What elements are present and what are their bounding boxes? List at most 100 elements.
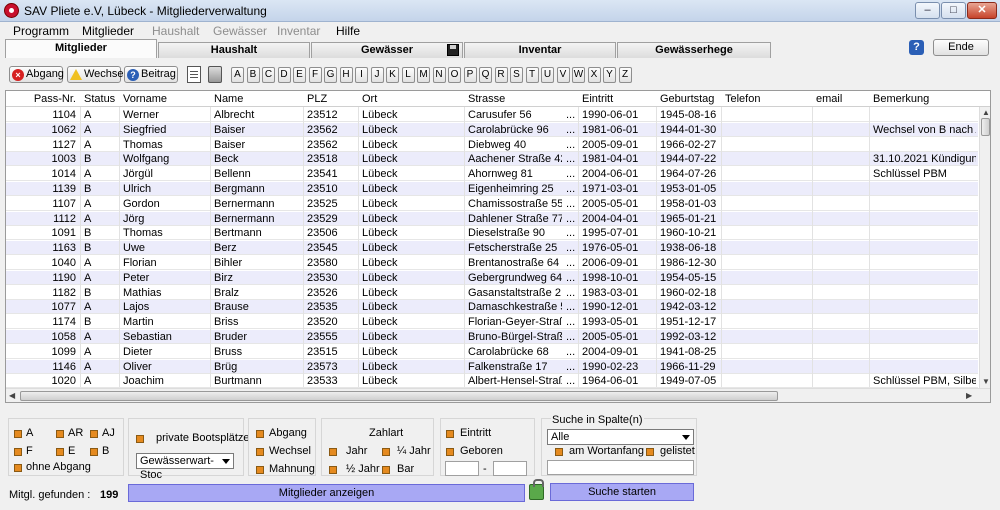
- column-header[interactable]: Eintritt: [582, 93, 654, 105]
- column-header[interactable]: Strasse: [468, 93, 568, 105]
- abgang-button[interactable]: × Abgang: [9, 66, 64, 83]
- status-a-checkbox[interactable]: [14, 430, 22, 438]
- letter-button-z[interactable]: Z: [618, 67, 632, 83]
- vertical-scrollbar[interactable]: ▲ ▼: [979, 107, 990, 388]
- table-row[interactable]: 1058 A Sebastian Bruder 23555 Lübeck Bruno-Bür…: [6, 330, 978, 344]
- table-row[interactable]: 1020 A Joachim Burtmann 23533 Lübeck Albert-He…: [6, 374, 978, 389]
- tab-gewaesser[interactable]: Gewässer: [311, 42, 463, 58]
- letter-button-t[interactable]: T: [525, 67, 539, 83]
- boats-select[interactable]: Gewässerwart-Stoc: [136, 453, 234, 481]
- horizontal-scrollbar[interactable]: ◀ ▶: [6, 388, 990, 402]
- column-header[interactable]: Status: [84, 93, 120, 105]
- gelistet-checkbox[interactable]: [646, 448, 654, 456]
- minimize-button[interactable]: –: [915, 2, 940, 19]
- menu-hilfe[interactable]: Hilfe: [336, 24, 360, 38]
- save-icon[interactable]: [447, 44, 459, 56]
- horizontal-scroll-thumb[interactable]: [20, 391, 778, 401]
- show-members-button[interactable]: Mitglieder anzeigen: [128, 484, 525, 502]
- help-button[interactable]: ?: [909, 40, 924, 55]
- letter-button-w[interactable]: W: [572, 67, 585, 83]
- filter-abgang-checkbox[interactable]: [256, 430, 264, 438]
- table-row[interactable]: 1062 A Siegfried Baiser 23562 Lübeck Carolabrü…: [6, 122, 978, 137]
- zahlart-jahr-checkbox[interactable]: [329, 448, 337, 456]
- column-header[interactable]: Geburtstag: [660, 93, 722, 105]
- wechsel-button[interactable]: Wechsel: [67, 66, 126, 83]
- scroll-down-icon[interactable]: ▼: [982, 377, 990, 386]
- filter-wechsel-checkbox[interactable]: [256, 448, 264, 456]
- scroll-up-icon[interactable]: ▲: [982, 108, 990, 117]
- table-row[interactable]: 1139 B Ulrich Bergmann 23510 Lübeck Eigenheimr…: [6, 182, 978, 196]
- status-aj-checkbox[interactable]: [90, 430, 98, 438]
- table-row[interactable]: 1112 A Jörg Bernermann 23529 Lübeck Dahlener S…: [6, 211, 978, 226]
- menu-mitglieder[interactable]: Mitglieder: [82, 24, 134, 38]
- letter-button-g[interactable]: G: [324, 67, 337, 83]
- filter-eintritt-checkbox[interactable]: [446, 430, 454, 438]
- table-row[interactable]: 1127 A Thomas Baiser 23562 Lübeck Diebweg 40 20…: [6, 138, 978, 152]
- letter-button-k[interactable]: K: [386, 67, 399, 83]
- menu-inventar[interactable]: Inventar: [277, 24, 320, 38]
- end-button[interactable]: Ende: [933, 39, 989, 56]
- ohne-abgang-checkbox[interactable]: [14, 464, 22, 472]
- table-row[interactable]: 1014 A Jörgül Bellenn 23541 Lübeck Ahornweg 81…: [6, 167, 978, 182]
- table-row[interactable]: 1163 B Uwe Berz 23545 Lübeck Fetscherstraße 25…: [6, 241, 978, 256]
- letter-button-b[interactable]: B: [246, 67, 260, 83]
- document-icon[interactable]: [187, 66, 201, 83]
- start-search-button[interactable]: Suche starten: [550, 483, 694, 501]
- letter-button-u[interactable]: U: [541, 67, 554, 83]
- tab-haushalt[interactable]: Haushalt: [158, 42, 310, 58]
- maximize-button[interactable]: □: [941, 2, 966, 19]
- zahlart-half-checkbox[interactable]: [329, 466, 337, 474]
- status-e-checkbox[interactable]: [56, 448, 64, 456]
- table-row[interactable]: 1104 A Werner Albrecht 23512 Lübeck Carusufer …: [6, 108, 978, 122]
- letter-button-m[interactable]: M: [417, 67, 430, 83]
- table-row[interactable]: 1040 A Florian Bihler 23580 Lübeck Brentanostr…: [6, 256, 978, 270]
- letter-button-p[interactable]: P: [463, 67, 477, 83]
- table-row[interactable]: 1099 A Dieter Bruss 23515 Lübeck Carolabrücke …: [6, 345, 978, 359]
- column-header[interactable]: PLZ: [307, 93, 359, 105]
- column-header[interactable]: Name: [214, 93, 304, 105]
- letter-button-y[interactable]: Y: [603, 67, 616, 83]
- letter-button-j[interactable]: J: [370, 67, 384, 83]
- lock-icon[interactable]: [529, 479, 544, 500]
- column-header[interactable]: Telefon: [725, 93, 813, 105]
- column-header[interactable]: Pass-Nr.: [6, 93, 76, 105]
- scroll-right-icon[interactable]: ▶: [966, 391, 972, 400]
- beitrag-button[interactable]: ? Beitrag: [124, 66, 178, 83]
- zahlart-quarter-checkbox[interactable]: [382, 448, 390, 456]
- table-row[interactable]: 1091 B Thomas Bertmann 23506 Lübeck Dieselstra…: [6, 226, 978, 241]
- search-input[interactable]: [547, 460, 694, 475]
- status-ar-checkbox[interactable]: [56, 430, 64, 438]
- column-header[interactable]: Bemerkung: [873, 93, 982, 105]
- table-row[interactable]: 1182 B Mathias Bralz 23526 Lübeck Gasanstaltst…: [6, 286, 978, 300]
- column-header[interactable]: Ort: [362, 93, 465, 105]
- status-b-checkbox[interactable]: [90, 448, 98, 456]
- filter-geboren-checkbox[interactable]: [446, 448, 454, 456]
- date-to-field[interactable]: [493, 461, 527, 476]
- boats-checkbox[interactable]: [136, 435, 144, 443]
- print-icon[interactable]: [208, 66, 222, 83]
- zahlart-bar-checkbox[interactable]: [382, 466, 390, 474]
- tab-gewaesserhege[interactable]: Gewässerhege: [617, 42, 771, 58]
- close-button[interactable]: ✕: [967, 2, 997, 19]
- members-table[interactable]: Pass-Nr. Status Vorname Name PLZ Ort Strasse Ei…: [5, 90, 991, 403]
- letter-button-h[interactable]: H: [339, 67, 353, 83]
- date-from-field[interactable]: [445, 461, 479, 476]
- letter-button-a[interactable]: A: [231, 67, 244, 83]
- filter-mahnung-checkbox[interactable]: [256, 466, 264, 474]
- search-column-select[interactable]: Alle: [547, 429, 694, 445]
- letter-button-l[interactable]: L: [401, 67, 415, 83]
- table-row[interactable]: 1077 A Lajos Brause 23535 Lübeck Damaschkestra…: [6, 300, 978, 315]
- menu-haushalt[interactable]: Haushalt: [152, 24, 199, 38]
- letter-button-d[interactable]: D: [277, 67, 291, 83]
- wordstart-checkbox[interactable]: [555, 448, 563, 456]
- letter-button-c[interactable]: C: [262, 67, 275, 83]
- tab-inventar[interactable]: Inventar: [464, 42, 616, 58]
- menu-gewaesser[interactable]: Gewässer: [213, 24, 267, 38]
- tab-mitglieder[interactable]: Mitglieder: [5, 39, 157, 58]
- table-row[interactable]: 1003 B Wolfgang Beck 23518 Lübeck Aachener Str…: [6, 152, 978, 167]
- table-row[interactable]: 1107 A Gordon Bernermann 23525 Lübeck Chamisso…: [6, 197, 978, 211]
- letter-button-x[interactable]: X: [587, 67, 601, 83]
- letter-button-q[interactable]: Q: [479, 67, 492, 83]
- letter-button-r[interactable]: R: [494, 67, 508, 83]
- column-header[interactable]: email: [816, 93, 870, 105]
